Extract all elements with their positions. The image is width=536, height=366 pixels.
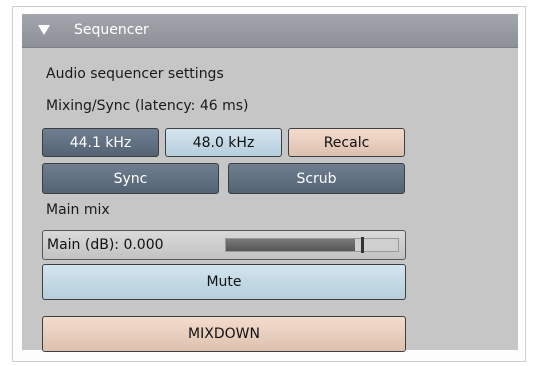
mixing-sync-label: Mixing/Sync (latency: 46 ms) [46, 98, 249, 114]
panel-title: Sequencer [74, 22, 149, 38]
collapse-triangle-icon[interactable] [38, 25, 50, 35]
main-db-label: Main (dB): 0.000 [47, 237, 164, 253]
main-db-track[interactable] [225, 237, 399, 253]
panel-header[interactable]: Sequencer [22, 14, 518, 48]
main-db-fill [226, 239, 355, 251]
main-db-slider[interactable]: Main (dB): 0.000 [42, 230, 406, 260]
main-mix-label: Main mix [46, 202, 110, 218]
rate-48khz-button[interactable]: 48.0 kHz [165, 128, 282, 157]
recalc-button[interactable]: Recalc [288, 128, 405, 157]
scrub-button[interactable]: Scrub [228, 163, 405, 194]
rate-44khz-button[interactable]: 44.1 kHz [42, 128, 159, 157]
mute-button[interactable]: Mute [42, 264, 406, 300]
panel-description: Audio sequencer settings [46, 66, 224, 82]
sync-button[interactable]: Sync [42, 163, 219, 194]
mixdown-button[interactable]: MIXDOWN [42, 316, 406, 352]
main-db-knob[interactable] [361, 237, 364, 253]
